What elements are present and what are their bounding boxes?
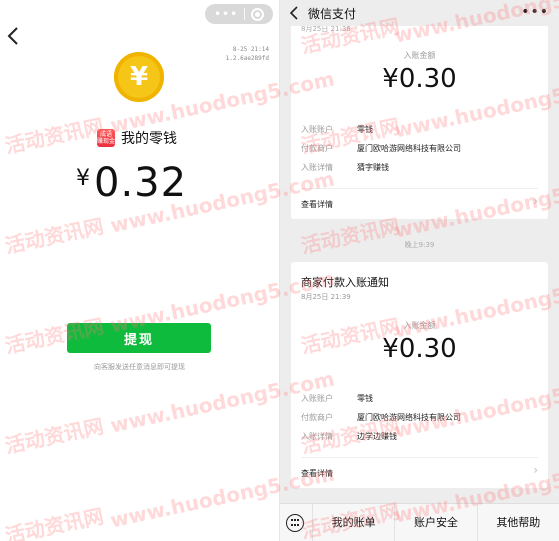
payment-card[interactable]: 8月25日 21:36 入账金额 ¥0.30 入账账户 零钱 付款商户 厦门欧哈…	[291, 22, 548, 219]
detail-row: 入账账户 零钱	[301, 125, 373, 135]
detail-key: 付款商户	[301, 413, 333, 422]
wallet-title: 我的零钱	[121, 131, 177, 147]
detail-value: 零钱	[357, 394, 373, 403]
detail-row: 付款商户 厦门欧哈游网络科技有限公司	[301, 413, 461, 423]
more-options-icon[interactable]: •••	[521, 4, 549, 20]
payment-card[interactable]: 商家付款入账通知 8月25日 21:39 入账金额 ¥0.30 入账账户 零钱 …	[291, 262, 548, 488]
chat-title: 微信支付	[308, 6, 357, 21]
detail-value: 厦门欧哈游网络科技有限公司	[357, 144, 461, 153]
detail-value: 边学边赚钱	[357, 432, 397, 441]
amount-value: ¥0.30	[382, 334, 457, 364]
detail-row: 入账详情 边学边赚钱	[301, 432, 397, 442]
amount-label: 入账金额	[403, 51, 436, 60]
currency-symbol: ¥	[76, 166, 90, 191]
detail-key: 入账账户	[301, 125, 333, 134]
detail-key: 付款商户	[301, 144, 333, 153]
detail-key: 入账详情	[301, 163, 333, 172]
withdraw-hint: 向客服发送任意消息即可提现	[94, 363, 185, 371]
card-divider	[301, 188, 538, 189]
chevron-right-icon: ›	[533, 463, 538, 477]
card-divider	[301, 457, 538, 458]
balance-display: ¥ 0.32	[76, 160, 187, 206]
build-version: 1.2.6ae289fd	[225, 55, 269, 62]
detail-row: 入账详情 猜字赚钱	[301, 163, 389, 173]
keyboard-icon[interactable]	[286, 513, 304, 532]
mini-program-wallet-panel: ••• 8-25 21:14 1.2.6ae289fd ¥ 成语 赚现金 我的零…	[0, 0, 279, 541]
chat-timestamp: 晚上9:39	[404, 241, 435, 249]
coin-icon: ¥	[114, 52, 164, 102]
detail-key: 入账账户	[301, 394, 333, 403]
card-heading: 商家付款入账通知	[301, 276, 389, 289]
build-info: 8-25 21:14 1.2.6ae289fd	[226, 45, 269, 63]
detail-row: 付款商户 厦门欧哈游网络科技有限公司	[301, 144, 461, 154]
back-arrow-icon[interactable]	[6, 26, 20, 46]
detail-key: 入账详情	[301, 432, 333, 441]
view-detail-link[interactable]: 查看详情	[301, 468, 333, 479]
card-date: 8月25日 21:39	[301, 293, 351, 301]
app-logo-icon: 成语 赚现金	[97, 129, 116, 147]
chevron-right-icon: ›	[533, 194, 538, 208]
detail-value: 零钱	[357, 125, 373, 134]
mini-program-capsule: •••	[205, 4, 273, 24]
bottom-menu-bar: 我的账单 账户安全 其他帮助	[280, 503, 559, 541]
more-icon[interactable]: •••	[214, 4, 238, 24]
withdraw-button[interactable]: 提现	[67, 323, 211, 353]
tab-account-security[interactable]: 账户安全	[394, 503, 476, 541]
build-time: 8-25 21:14	[232, 46, 269, 53]
detail-row: 入账账户 零钱	[301, 394, 373, 404]
close-mini-program-icon[interactable]	[251, 7, 265, 21]
detail-value: 猜字赚钱	[357, 163, 389, 172]
tab-my-bills[interactable]: 我的账单	[312, 503, 394, 541]
wallet-title-row: 成语 赚现金 我的零钱	[97, 128, 177, 148]
view-detail-link[interactable]: 查看详情	[301, 199, 333, 210]
detail-value: 厦门欧哈游网络科技有限公司	[357, 413, 461, 422]
amount-value: ¥0.30	[382, 64, 457, 94]
amount-label: 入账金额	[403, 321, 436, 330]
back-arrow-icon[interactable]	[289, 6, 299, 20]
wechat-pay-chat-panel: 微信支付 ••• 8月25日 21:36 入账金额 ¥0.30 入账账户 零钱 …	[280, 0, 559, 541]
tab-other-help[interactable]: 其他帮助	[476, 503, 559, 541]
balance-amount: 0.32	[94, 160, 188, 206]
chat-header: 微信支付 •••	[280, 0, 559, 26]
capsule-divider	[244, 8, 246, 20]
